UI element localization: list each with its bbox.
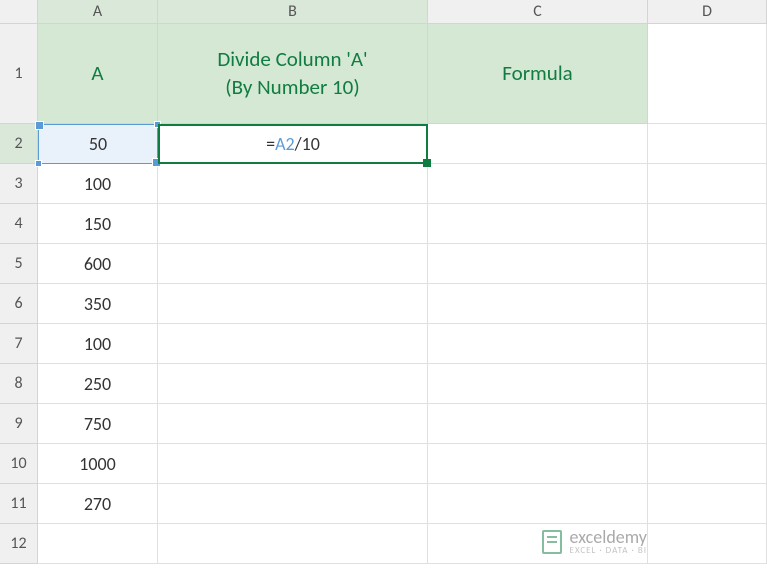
- exceldemy-logo-icon: [542, 530, 562, 554]
- row-header-1[interactable]: 1: [0, 24, 38, 124]
- select-all-corner[interactable]: [0, 0, 38, 24]
- row-5: 5 600: [0, 244, 767, 284]
- cell-D12[interactable]: [648, 524, 767, 564]
- spreadsheet-grid: A B C D 1 A Divide Column 'A' (By Number…: [0, 0, 767, 564]
- cell-B7[interactable]: [158, 324, 428, 364]
- cell-A4[interactable]: 150: [38, 204, 158, 244]
- column-header-row: A B C D: [0, 0, 767, 24]
- row-12: 12: [0, 524, 767, 564]
- watermark-text: exceldemy EXCEL · DATA · BI: [570, 528, 647, 555]
- row-header-2[interactable]: 2: [0, 124, 38, 164]
- cell-B11[interactable]: [158, 484, 428, 524]
- cell-B8[interactable]: [158, 364, 428, 404]
- cell-A1[interactable]: A: [38, 24, 158, 124]
- row-header-9[interactable]: 9: [0, 404, 38, 444]
- cell-B9[interactable]: [158, 404, 428, 444]
- cell-C1[interactable]: Formula: [428, 24, 648, 124]
- col-header-B[interactable]: B: [158, 0, 428, 24]
- col-header-D[interactable]: D: [648, 0, 767, 24]
- cell-D10[interactable]: [648, 444, 767, 484]
- row-10: 10 1000: [0, 444, 767, 484]
- row-header-5[interactable]: 5: [0, 244, 38, 284]
- cell-D4[interactable]: [648, 204, 767, 244]
- cell-A11[interactable]: 270: [38, 484, 158, 524]
- row-header-11[interactable]: 11: [0, 484, 38, 524]
- cell-B10[interactable]: [158, 444, 428, 484]
- watermark: exceldemy EXCEL · DATA · BI: [542, 528, 647, 555]
- cell-C5[interactable]: [428, 244, 648, 284]
- formula-prefix: =: [266, 133, 275, 155]
- cell-C3[interactable]: [428, 164, 648, 204]
- cell-B1[interactable]: Divide Column 'A' (By Number 10): [158, 24, 428, 124]
- row-9: 9 750: [0, 404, 767, 444]
- row-header-8[interactable]: 8: [0, 364, 38, 404]
- cell-C6[interactable]: [428, 284, 648, 324]
- cell-C4[interactable]: [428, 204, 648, 244]
- row-8: 8 250: [0, 364, 767, 404]
- cell-B2[interactable]: =A2/10: [158, 124, 428, 164]
- cell-B3[interactable]: [158, 164, 428, 204]
- cell-A12[interactable]: [38, 524, 158, 564]
- cell-D3[interactable]: [648, 164, 767, 204]
- row-7: 7 100: [0, 324, 767, 364]
- formula-ref: A2: [275, 133, 295, 155]
- cell-D5[interactable]: [648, 244, 767, 284]
- cell-A9[interactable]: 750: [38, 404, 158, 444]
- cell-B1-line1: Divide Column 'A': [217, 46, 367, 73]
- row-header-4[interactable]: 4: [0, 204, 38, 244]
- cell-B4[interactable]: [158, 204, 428, 244]
- row-3: 3 100: [0, 164, 767, 204]
- col-header-A[interactable]: A: [38, 0, 158, 24]
- row-header-3[interactable]: 3: [0, 164, 38, 204]
- formula-suffix: /10: [295, 133, 320, 155]
- cell-A2[interactable]: 50: [38, 124, 158, 164]
- cell-A10[interactable]: 1000: [38, 444, 158, 484]
- cell-C9[interactable]: [428, 404, 648, 444]
- watermark-tag: EXCEL · DATA · BI: [570, 546, 647, 555]
- cell-A3[interactable]: 100: [38, 164, 158, 204]
- selection-handle-icon: [35, 160, 42, 167]
- cell-B6[interactable]: [158, 284, 428, 324]
- row-4: 4 150: [0, 204, 767, 244]
- cell-C10[interactable]: [428, 444, 648, 484]
- cell-A8[interactable]: 250: [38, 364, 158, 404]
- cell-C7[interactable]: [428, 324, 648, 364]
- row-6: 6 350: [0, 284, 767, 324]
- cell-D11[interactable]: [648, 484, 767, 524]
- cell-D6[interactable]: [648, 284, 767, 324]
- cell-D7[interactable]: [648, 324, 767, 364]
- row-1: 1 A Divide Column 'A' (By Number 10) For…: [0, 24, 767, 124]
- cell-D2[interactable]: [648, 124, 767, 164]
- cell-D1[interactable]: [648, 24, 767, 124]
- cell-A2-value: 50: [89, 133, 107, 155]
- cell-C8[interactable]: [428, 364, 648, 404]
- row-header-10[interactable]: 10: [0, 444, 38, 484]
- cell-A7[interactable]: 100: [38, 324, 158, 364]
- row-2: 2 50 =A2/10: [0, 124, 767, 164]
- row-header-6[interactable]: 6: [0, 284, 38, 324]
- cell-D9[interactable]: [648, 404, 767, 444]
- watermark-name: exceldemy: [570, 528, 647, 546]
- col-header-C[interactable]: C: [428, 0, 648, 24]
- row-header-12[interactable]: 12: [0, 524, 38, 564]
- cell-C2[interactable]: [428, 124, 648, 164]
- cell-B1-line2: (By Number 10): [217, 74, 367, 101]
- row-11: 11 270: [0, 484, 767, 524]
- cell-C11[interactable]: [428, 484, 648, 524]
- cell-D8[interactable]: [648, 364, 767, 404]
- row-header-7[interactable]: 7: [0, 324, 38, 364]
- cell-B5[interactable]: [158, 244, 428, 284]
- cell-A5[interactable]: 600: [38, 244, 158, 284]
- cell-B12[interactable]: [158, 524, 428, 564]
- cell-A6[interactable]: 350: [38, 284, 158, 324]
